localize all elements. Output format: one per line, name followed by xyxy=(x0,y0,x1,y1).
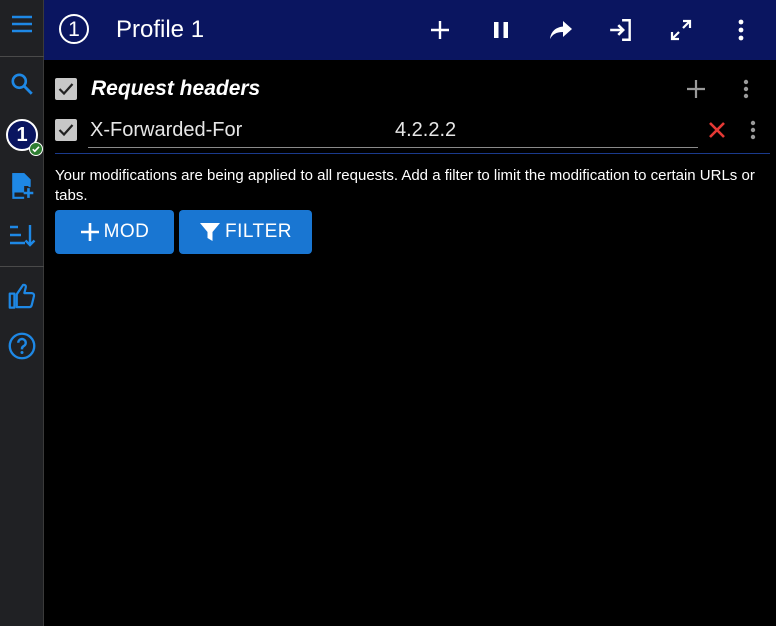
section-enabled-checkbox[interactable] xyxy=(55,78,77,100)
share-icon xyxy=(550,21,572,39)
sidebar-divider xyxy=(0,266,44,267)
add-filter-button[interactable]: FILTER xyxy=(179,210,312,254)
search-icon xyxy=(11,73,33,95)
add-mod-button[interactable]: MOD xyxy=(55,210,174,254)
header-more-button[interactable] xyxy=(743,118,763,142)
menu-icon xyxy=(12,15,32,33)
check-icon xyxy=(58,124,74,137)
expand-icon xyxy=(670,19,692,41)
import-icon xyxy=(610,19,631,41)
profile-title[interactable]: Profile 1 xyxy=(116,16,204,44)
check-icon xyxy=(58,83,74,96)
section-title: Request headers xyxy=(91,77,261,100)
expand-button[interactable] xyxy=(659,8,703,52)
pause-button[interactable] xyxy=(479,8,523,52)
more-vert-icon xyxy=(750,120,756,140)
add-header-button[interactable] xyxy=(675,77,717,101)
close-icon xyxy=(709,122,725,138)
header-value-field[interactable]: 4.2.2.2 xyxy=(395,118,456,142)
header-enabled-checkbox[interactable] xyxy=(55,119,77,141)
more-vert-icon xyxy=(738,19,744,41)
more-options-button[interactable] xyxy=(719,8,763,52)
info-message: Your modifications are being applied to … xyxy=(55,167,755,204)
delete-header-button[interactable] xyxy=(705,118,729,142)
plus-icon xyxy=(431,21,449,39)
header-name-field[interactable]: X-Forwarded-For xyxy=(90,118,242,142)
pause-icon xyxy=(494,22,508,38)
section-separator xyxy=(55,153,770,154)
add-button[interactable] xyxy=(418,8,462,52)
thumbs-up-icon xyxy=(8,283,36,309)
search-button[interactable] xyxy=(0,62,44,106)
profile-header: 1 Profile 1 xyxy=(44,0,776,60)
add-filter-label: FILTER xyxy=(224,221,293,242)
help-button[interactable] xyxy=(0,324,44,368)
share-button[interactable] xyxy=(539,8,583,52)
sort-icon xyxy=(10,225,36,247)
header-field-underline xyxy=(88,147,698,148)
sidebar: 1 xyxy=(0,0,44,626)
menu-button[interactable] xyxy=(0,2,44,46)
add-mod-label: MOD xyxy=(103,221,150,242)
add-file-button[interactable] xyxy=(0,164,44,208)
rate-button[interactable] xyxy=(0,274,44,318)
profile-number-badge: 1 xyxy=(59,14,89,44)
filter-icon xyxy=(199,223,220,241)
plus-icon xyxy=(687,80,705,98)
plus-icon xyxy=(80,223,99,241)
help-icon xyxy=(8,332,36,360)
section-more-button[interactable] xyxy=(736,77,756,101)
more-vert-icon xyxy=(743,79,749,99)
check-circle-icon xyxy=(29,142,43,156)
import-button[interactable] xyxy=(599,8,643,52)
sidebar-divider xyxy=(0,56,44,57)
sort-button[interactable] xyxy=(0,214,44,258)
sidebar-item-profile-1[interactable]: 1 xyxy=(0,113,44,157)
add-file-icon xyxy=(12,173,34,199)
